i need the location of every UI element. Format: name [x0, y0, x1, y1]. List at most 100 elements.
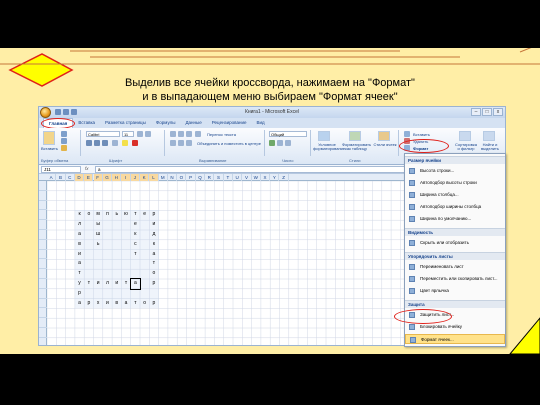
sort-filter-icon[interactable] [459, 131, 471, 141]
crossword-cell[interactable]: а [121, 299, 130, 309]
column-header-t[interactable]: T [224, 174, 233, 181]
column-header-p[interactable]: P [187, 174, 196, 181]
crossword-cell[interactable]: р [149, 210, 158, 220]
crossword-cell[interactable]: а [149, 250, 158, 260]
row-header[interactable] [39, 181, 47, 191]
crossword-cell[interactable]: т [75, 269, 84, 279]
close-button[interactable]: x [493, 108, 503, 116]
crossword-cell[interactable]: р [149, 279, 158, 289]
row-header[interactable] [39, 220, 47, 230]
column-header-h[interactable]: H [112, 174, 122, 181]
column-header-n[interactable]: N [168, 174, 178, 181]
crossword-cell[interactable]: к [149, 240, 158, 250]
minimize-button[interactable]: – [471, 108, 481, 116]
crossword-cell[interactable]: к [75, 210, 84, 220]
crossword-cell[interactable]: у [75, 279, 84, 289]
align-center-icon[interactable] [178, 140, 184, 146]
crossword-cell[interactable]: о [149, 269, 158, 279]
crossword-cell[interactable]: а [75, 259, 84, 269]
row-header[interactable] [39, 338, 47, 345]
menu-item[interactable]: Формат ячеек... [405, 334, 505, 344]
row-header[interactable] [39, 308, 47, 319]
align-bottom-icon[interactable] [186, 131, 192, 137]
align-right-icon[interactable] [186, 140, 192, 146]
format-painter-icon[interactable] [61, 145, 67, 151]
menu-item[interactable]: Высота строки... [405, 166, 505, 176]
column-header-b[interactable]: B [56, 174, 66, 181]
format-as-table-icon[interactable] [349, 131, 361, 141]
crossword-cell[interactable]: ы [94, 220, 103, 230]
formula-input[interactable]: а [95, 166, 405, 173]
menu-item[interactable]: Цвет ярлычка [405, 286, 505, 296]
crossword-cell[interactable]: х [94, 299, 103, 309]
tab-review[interactable]: Рецензирование [207, 118, 252, 128]
find-select-icon[interactable] [483, 131, 495, 141]
font-color-icon[interactable] [132, 140, 138, 146]
tab-view[interactable]: Вид [251, 118, 269, 128]
row-header[interactable] [39, 328, 47, 338]
column-header-y[interactable]: Y [270, 174, 280, 181]
crossword-cell[interactable]: е [140, 210, 149, 220]
crossword-cell[interactable]: и [75, 250, 84, 260]
row-header[interactable] [39, 289, 47, 299]
crossword-cell[interactable]: а [75, 299, 84, 309]
crossword-cell[interactable]: а [75, 230, 84, 240]
crossword-cell[interactable]: к [131, 230, 140, 240]
italic-icon[interactable] [94, 140, 100, 146]
column-header-i[interactable]: I [121, 174, 131, 181]
crossword-cell[interactable]: и [112, 279, 121, 289]
column-header-r[interactable]: R [205, 174, 215, 181]
menu-item[interactable]: Переименовать лист [405, 262, 505, 272]
menu-item[interactable]: Переместить или скопировать лист... [405, 274, 505, 284]
crossword-cell[interactable]: п [103, 210, 112, 220]
maximize-button[interactable]: □ [482, 108, 492, 116]
crossword-cell[interactable]: р [75, 289, 84, 299]
crossword-cell[interactable]: т [131, 299, 140, 309]
crossword-cell[interactable]: с [131, 240, 140, 250]
bold-icon[interactable] [86, 140, 92, 146]
cut-icon[interactable] [61, 131, 67, 137]
merge-center-button[interactable]: Объединить и поместить в центре [197, 141, 261, 146]
tab-insert[interactable]: Вставка [73, 118, 100, 128]
column-header-g[interactable]: G [102, 174, 113, 181]
grow-font-icon[interactable] [137, 131, 143, 137]
column-header-j[interactable]: J [130, 174, 140, 181]
row-header[interactable] [39, 191, 47, 201]
sort-filter-label[interactable]: Сортировка и фильтр [455, 143, 477, 151]
crossword-cell[interactable]: о [84, 210, 93, 220]
comma-style-icon[interactable] [285, 140, 291, 146]
cell-styles-label[interactable]: Стили ячеек [373, 143, 397, 147]
crossword-cell[interactable]: т [121, 279, 130, 289]
currency-icon[interactable] [269, 140, 275, 146]
underline-icon[interactable] [102, 140, 108, 146]
crossword-cell[interactable]: т [131, 250, 140, 260]
column-header-x[interactable]: X [261, 174, 271, 181]
fill-color-icon[interactable] [122, 140, 128, 146]
crossword-cell[interactable]: м [94, 210, 103, 220]
crossword-cell[interactable]: л [75, 220, 84, 230]
crossword-cell[interactable]: ю [121, 210, 130, 220]
row-header[interactable] [39, 259, 47, 270]
crossword-cell[interactable]: в [75, 240, 84, 250]
tab-data[interactable]: Данные [180, 118, 206, 128]
number-format-select[interactable]: Общий [269, 131, 307, 137]
row-header[interactable] [39, 250, 47, 260]
crossword-cell[interactable]: ь [94, 240, 103, 250]
row-header[interactable] [39, 269, 47, 279]
align-left-icon[interactable] [170, 140, 176, 146]
crossword-cell[interactable]: д [149, 230, 158, 240]
column-header-o[interactable]: O [177, 174, 187, 181]
wrap-text-button[interactable]: Перенос текста [207, 132, 236, 137]
font-name-select[interactable]: Calibri [86, 131, 120, 137]
crossword-cell[interactable]: о [140, 299, 149, 309]
crossword-cell[interactable]: ь [112, 210, 121, 220]
crossword-cell[interactable]: е [131, 220, 140, 230]
cell-styles-icon[interactable] [378, 131, 390, 141]
align-middle-icon[interactable] [178, 131, 184, 137]
column-header-k[interactable]: K [140, 174, 150, 181]
row-header[interactable] [39, 318, 47, 328]
column-header-m[interactable]: M [159, 174, 168, 181]
column-header-l[interactable]: L [149, 174, 159, 181]
insert-cells-icon[interactable] [404, 131, 410, 137]
menu-item[interactable]: Автоподбор высоты строки [405, 178, 505, 188]
